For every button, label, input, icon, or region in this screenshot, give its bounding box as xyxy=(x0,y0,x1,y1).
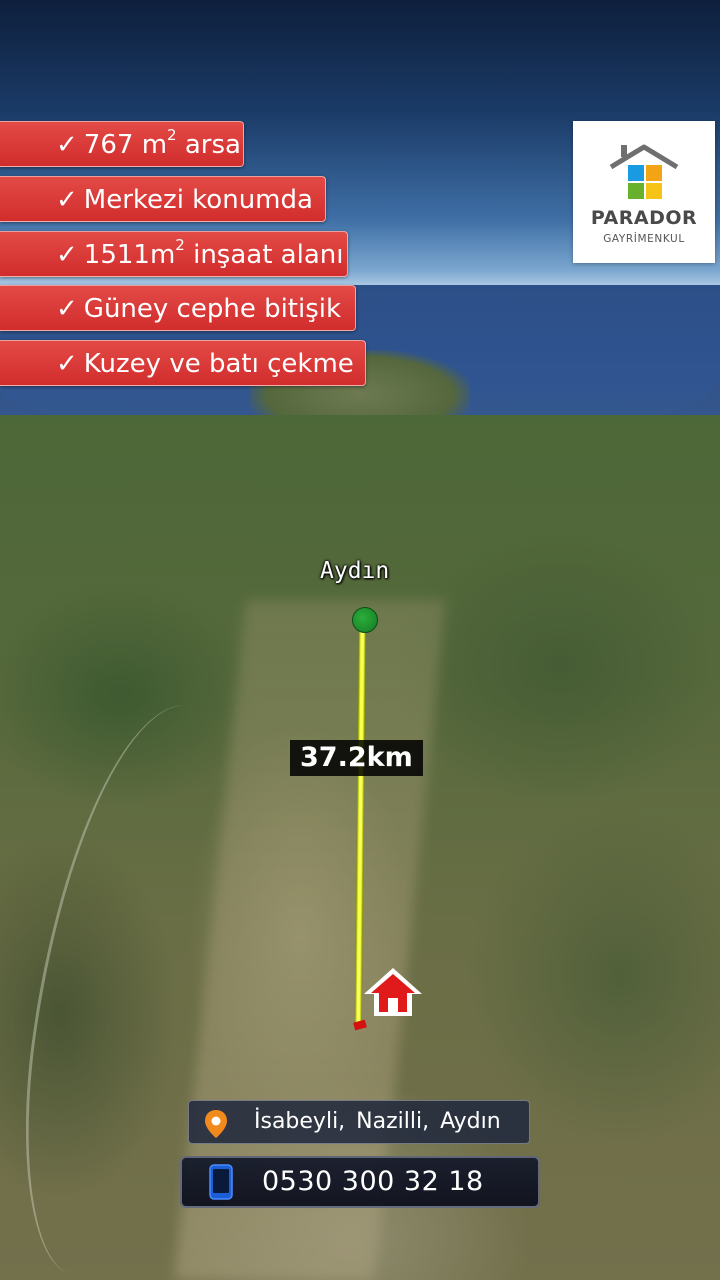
address-text: İsabeyli, Nazilli, Aydın xyxy=(254,1109,501,1134)
checkmark-icon: ✓ xyxy=(56,294,78,324)
feature-suffix: inşaat alanı xyxy=(184,240,344,270)
checkmark-icon: ✓ xyxy=(56,240,78,270)
window-tiles-icon xyxy=(628,165,662,199)
phone-bar[interactable]: 0530 300 32 18 xyxy=(180,1156,540,1208)
mobile-phone-icon xyxy=(209,1164,233,1200)
superscript: 2 xyxy=(175,236,185,255)
address-bar: İsabeyli, Nazilli, Aydın xyxy=(188,1100,530,1144)
map-canvas[interactable]: ✓ 767 m2 arsa ✓ Merkezi konumda ✓ 1511m2 in… xyxy=(0,0,720,1280)
feature-suffix: arsa xyxy=(176,130,241,160)
home-icon[interactable] xyxy=(360,964,426,1020)
checkmark-icon: ✓ xyxy=(56,349,78,379)
feature-item-location: ✓ Merkezi konumda xyxy=(0,176,326,222)
parador-logo: PARADOR GAYRİMENKUL xyxy=(573,121,715,263)
phone-number[interactable]: 0530 300 32 18 xyxy=(262,1158,484,1206)
feature-item-area: ✓ 767 m2 arsa xyxy=(0,121,244,167)
feature-text: 1511m xyxy=(83,240,176,270)
distance-label: 37.2km xyxy=(290,740,423,776)
feature-item-construction: ✓ 1511m2 inşaat alanı xyxy=(0,231,348,277)
logo-brand: PARADOR xyxy=(590,207,698,229)
start-marker[interactable] xyxy=(352,607,378,633)
feature-text: Merkezi konumda xyxy=(83,185,313,215)
feature-item-south: ✓ Güney cephe bitişik xyxy=(0,285,356,331)
location-pin-icon xyxy=(205,1110,227,1138)
city-label: Aydın xyxy=(320,558,390,584)
feature-item-north-west: ✓ Kuzey ve batı çekme xyxy=(0,340,366,386)
feature-text: Güney cephe bitişik xyxy=(83,294,342,324)
feature-text: 767 m xyxy=(83,130,168,160)
checkmark-icon: ✓ xyxy=(56,130,78,160)
feature-text: Kuzey ve batı çekme xyxy=(83,349,354,379)
logo-subtitle: GAYRİMENKUL xyxy=(603,233,685,245)
checkmark-icon: ✓ xyxy=(56,185,78,215)
superscript: 2 xyxy=(167,126,177,145)
